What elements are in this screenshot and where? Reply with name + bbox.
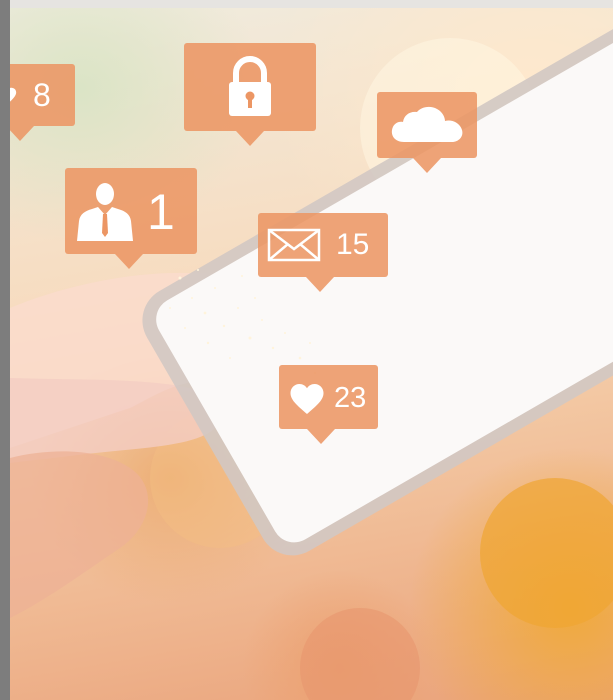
likes-count: 23 [334,382,367,414]
left-border [0,0,10,700]
smartphone-notification-photo: 8 1 15 23 [10,8,613,700]
badge-count: 8 [33,77,51,113]
heart-icon [10,87,17,102]
user-icon [77,183,133,241]
user-count: 1 [147,184,175,240]
lock-notification[interactable] [184,43,316,146]
mail-notification[interactable]: 15 [258,213,388,292]
heart-icon [290,384,324,414]
top-border [0,0,613,8]
mail-count: 15 [336,228,370,261]
bubble-tail [10,126,34,141]
cloud-icon [391,106,463,142]
envelope-icon [267,228,321,262]
bubble-tail [307,429,335,444]
lock-icon [229,56,271,116]
bubble-tail [413,158,441,173]
bubble-tail [115,254,143,269]
user-notification[interactable]: 1 [65,168,197,269]
bubble-tail [306,277,334,292]
bubble-tail [236,131,264,146]
notification-badge-partial[interactable]: 8 [10,64,75,141]
cloud-notification[interactable] [377,92,477,173]
likes-notification[interactable]: 23 [279,365,378,444]
